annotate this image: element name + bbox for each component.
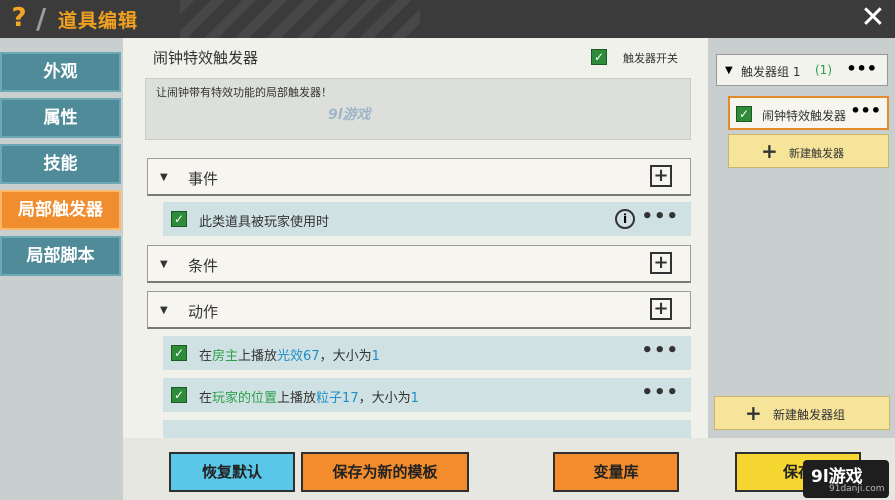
description-text: 让闹钟带有特效功能的局部触发器！ bbox=[156, 86, 332, 99]
page-title: 道具编辑 bbox=[58, 10, 139, 32]
action-text-part: 上播放 bbox=[277, 391, 317, 406]
plus-icon: + bbox=[761, 139, 778, 163]
nav-appearance[interactable]: 外观 bbox=[0, 52, 121, 92]
trigger-switch-label: 触发器开关 bbox=[623, 52, 678, 65]
action-row-checkbox[interactable]: ✓ bbox=[171, 387, 187, 403]
trigger-item-name: 闹钟特效触发器 bbox=[762, 109, 847, 123]
variable-library-button[interactable]: 变量库 bbox=[553, 452, 679, 492]
watermark-center: 9l游戏 bbox=[328, 107, 371, 123]
trigger-editor: 闹钟特效触发器 ✓ 触发器开关 让闹钟带有特效功能的局部触发器！ 9l游戏 ▼ … bbox=[123, 38, 708, 438]
new-group-label: 新建触发器组 bbox=[773, 408, 846, 422]
action-row-partial[interactable] bbox=[163, 420, 691, 438]
reset-default-button[interactable]: 恢复默认 bbox=[169, 452, 295, 492]
action-text-part: 上播放 bbox=[238, 349, 278, 364]
nav-skills[interactable]: 技能 bbox=[0, 144, 121, 184]
collapse-triangle-icon[interactable]: ▼ bbox=[160, 259, 168, 270]
bottom-bar: 恢复默认 保存为新的模板 变量库 保存 bbox=[123, 438, 895, 500]
new-trigger-button[interactable]: + 新建触发器 bbox=[728, 134, 889, 168]
logo-url: 91danji.com bbox=[829, 484, 885, 494]
new-trigger-group-button[interactable]: + 新建触发器组 bbox=[714, 396, 890, 430]
trigger-group-count: (1) bbox=[815, 63, 832, 77]
action-row-text: 在房主上播放光效67，大小为1 bbox=[199, 345, 380, 364]
action-text-part: ，大小为 bbox=[358, 391, 411, 406]
trigger-title: 闹钟特效触发器 bbox=[153, 49, 259, 67]
top-bar: ? / 道具编辑 ✕ bbox=[0, 0, 895, 38]
save-as-template-button[interactable]: 保存为新的模板 bbox=[301, 452, 469, 492]
trigger-list-item[interactable]: ✓ 闹钟特效触发器 ••• bbox=[728, 96, 889, 130]
new-trigger-label: 新建触发器 bbox=[789, 147, 844, 160]
section-event-label: 事件 bbox=[188, 170, 219, 188]
add-event-icon[interactable]: + bbox=[650, 165, 672, 187]
more-options-icon[interactable]: ••• bbox=[641, 382, 679, 403]
trigger-item-checkbox[interactable]: ✓ bbox=[736, 106, 752, 122]
section-action[interactable]: ▼ 动作 + bbox=[147, 291, 691, 329]
left-nav: 外观 属性 技能 局部触发器 局部脚本 bbox=[0, 38, 123, 500]
section-event[interactable]: ▼ 事件 + bbox=[147, 158, 691, 196]
action-target[interactable]: 房主 bbox=[212, 349, 238, 364]
action-text-part: 在 bbox=[199, 349, 213, 364]
watermark-logo: 9l游戏 91danji.com bbox=[803, 460, 889, 498]
action-text-part: 在 bbox=[199, 391, 213, 406]
trigger-group-header[interactable]: ▼ 触发器组 1 (1) ••• bbox=[716, 54, 888, 86]
divider-icon: / bbox=[36, 2, 47, 35]
trigger-group-name: 触发器组 1 bbox=[741, 65, 801, 79]
action-effect[interactable]: 光效67 bbox=[277, 349, 320, 364]
close-button[interactable]: ✕ bbox=[857, 2, 889, 34]
add-action-icon[interactable]: + bbox=[650, 298, 672, 320]
action-size[interactable]: 1 bbox=[372, 349, 380, 364]
collapse-triangle-icon[interactable]: ▼ bbox=[160, 305, 168, 316]
event-row-text: 此类道具被玩家使用时 bbox=[199, 215, 330, 230]
event-row-checkbox[interactable]: ✓ bbox=[171, 211, 187, 227]
add-condition-icon[interactable]: + bbox=[650, 252, 672, 274]
trigger-switch-checkbox[interactable]: ✓ bbox=[591, 49, 607, 65]
header-decoration bbox=[180, 0, 420, 38]
nav-attributes[interactable]: 属性 bbox=[0, 98, 121, 138]
info-icon[interactable]: i bbox=[615, 209, 635, 229]
collapse-triangle-icon[interactable]: ▼ bbox=[725, 65, 733, 76]
nav-local-scripts[interactable]: 局部脚本 bbox=[0, 236, 121, 276]
section-action-label: 动作 bbox=[188, 303, 219, 321]
more-options-icon[interactable]: ••• bbox=[850, 101, 881, 120]
section-condition-label: 条件 bbox=[188, 257, 219, 275]
action-size[interactable]: 1 bbox=[411, 391, 419, 406]
action-row-checkbox[interactable]: ✓ bbox=[171, 345, 187, 361]
help-button[interactable]: ? bbox=[4, 3, 34, 33]
description-box[interactable]: 让闹钟带有特效功能的局部触发器！ 9l游戏 bbox=[145, 78, 691, 140]
collapse-triangle-icon[interactable]: ▼ bbox=[160, 172, 168, 183]
action-text-part: ，大小为 bbox=[319, 349, 372, 364]
action-row-text: 在玩家的位置上播放粒子17，大小为1 bbox=[199, 387, 419, 406]
more-options-icon[interactable]: ••• bbox=[846, 59, 877, 78]
action-row[interactable]: ✓ 在玩家的位置上播放粒子17，大小为1 ••• bbox=[163, 378, 691, 412]
action-row[interactable]: ✓ 在房主上播放光效67，大小为1 ••• bbox=[163, 336, 691, 370]
action-target[interactable]: 玩家的位置 bbox=[212, 391, 277, 406]
action-effect[interactable]: 粒子17 bbox=[316, 391, 359, 406]
event-row[interactable]: ✓ 此类道具被玩家使用时 i ••• bbox=[163, 202, 691, 236]
nav-local-triggers[interactable]: 局部触发器 bbox=[0, 190, 121, 230]
trigger-group-panel: ▼ 触发器组 1 (1) ••• ✓ 闹钟特效触发器 ••• + 新建触发器 +… bbox=[708, 38, 895, 438]
section-condition[interactable]: ▼ 条件 + bbox=[147, 245, 691, 283]
more-options-icon[interactable]: ••• bbox=[641, 340, 679, 361]
more-options-icon[interactable]: ••• bbox=[641, 206, 679, 227]
plus-icon: + bbox=[745, 401, 762, 425]
